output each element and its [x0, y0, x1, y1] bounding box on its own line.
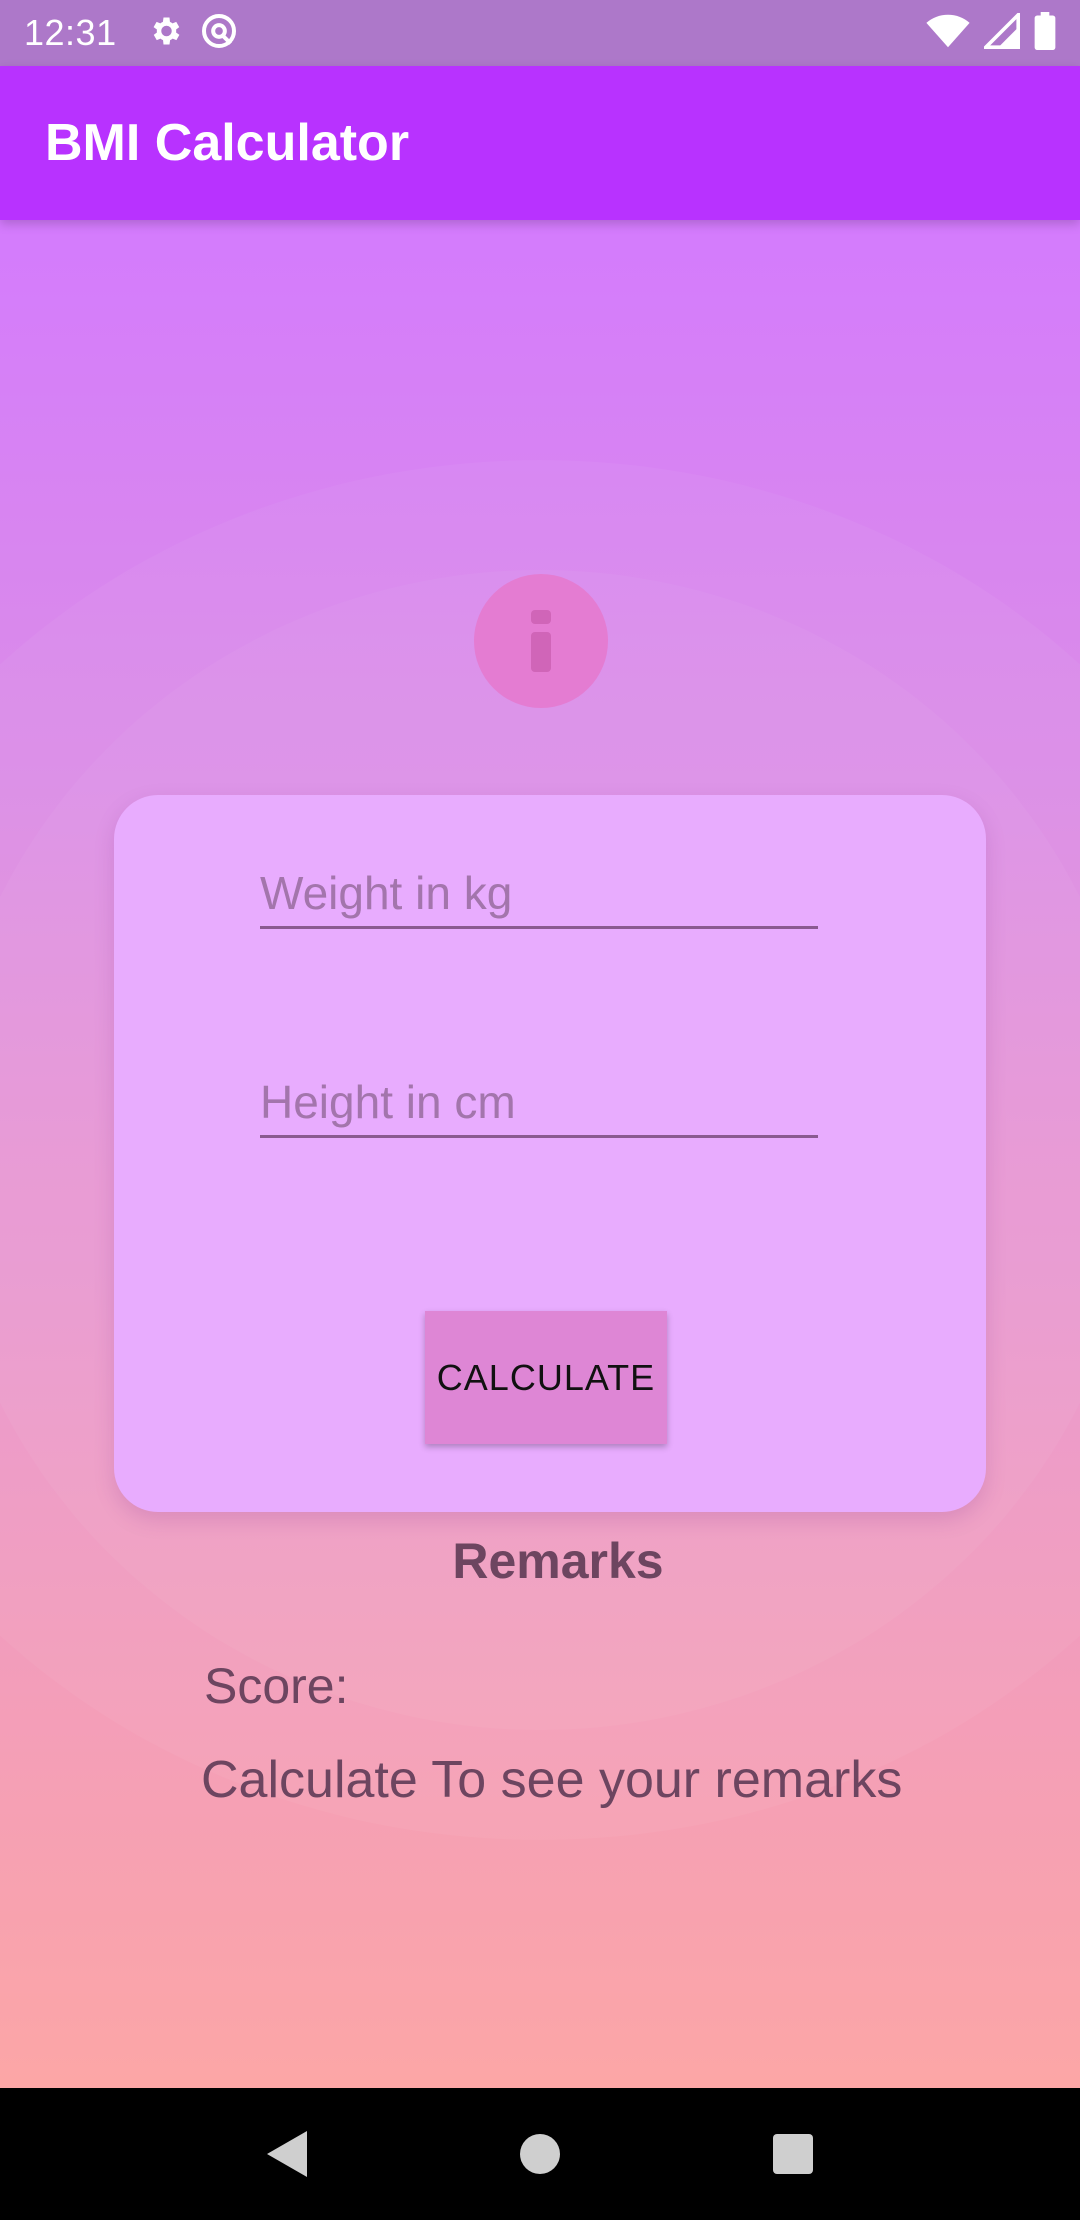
status-icons-left — [147, 11, 239, 56]
at-sign-icon — [199, 11, 239, 56]
height-input[interactable] — [260, 1068, 818, 1135]
status-icons-right — [926, 9, 1056, 55]
calculate-button[interactable]: CALCULATE — [425, 1311, 667, 1444]
battery-icon — [1034, 11, 1056, 55]
app-title: BMI Calculator — [45, 114, 410, 172]
recents-icon[interactable] — [763, 2124, 823, 2184]
main-content: CALCULATE Remarks Score: Calculate To se… — [0, 220, 1080, 2088]
wifi-icon — [926, 13, 970, 54]
back-icon[interactable] — [257, 2124, 317, 2184]
status-bar: 12:31 — [0, 0, 1080, 66]
score-label: Score: — [204, 1658, 349, 1714]
signal-icon — [981, 9, 1020, 54]
remarks-title: Remarks — [452, 1533, 664, 1589]
info-icon — [474, 574, 608, 708]
height-field-container — [260, 1068, 818, 1138]
weight-field-container — [260, 859, 818, 929]
weight-input[interactable] — [260, 859, 818, 926]
remarks-text: Calculate To see your remarks — [201, 1751, 903, 1809]
home-icon[interactable] — [510, 2124, 570, 2184]
app-bar: BMI Calculator — [0, 66, 1080, 220]
navigation-bar — [0, 2088, 1080, 2220]
status-time: 12:31 — [24, 12, 117, 53]
gear-icon — [147, 13, 183, 54]
bmi-form-card: CALCULATE — [114, 795, 986, 1512]
